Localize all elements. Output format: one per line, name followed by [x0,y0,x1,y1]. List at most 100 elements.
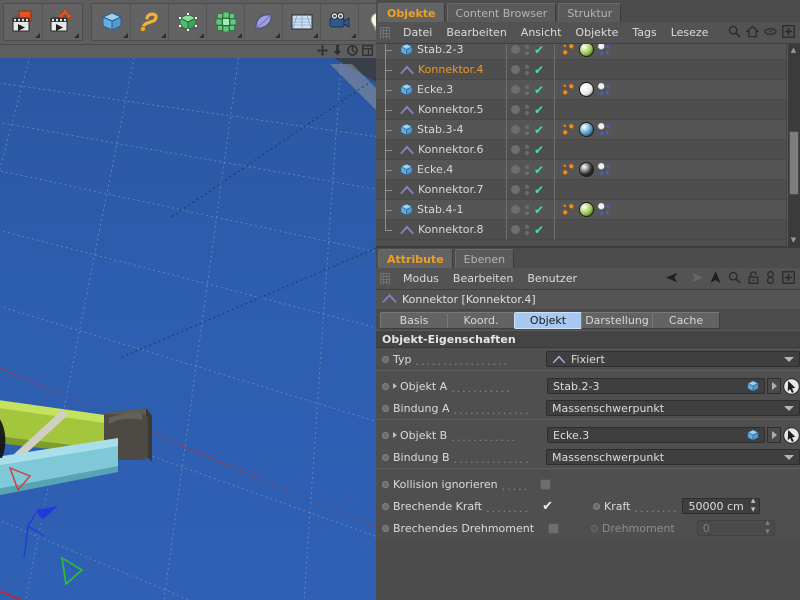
editor-visibility-dot[interactable] [525,44,529,49]
enable-dot[interactable] [511,65,520,74]
object-row-visibility-cell[interactable]: ✔ [506,219,554,240]
menu-datei[interactable]: Datei [396,22,439,44]
deformer-icon[interactable] [245,4,283,40]
tab-struktur[interactable]: Struktur [558,3,622,22]
table-row[interactable]: Ecke.4 ✔ [376,158,786,180]
enabled-checkmark-icon[interactable]: ✔ [534,184,544,196]
object-row-tags-cell[interactable] [554,179,561,200]
subtab-cache[interactable]: Cache [652,311,720,329]
plus-box-icon[interactable] [782,270,795,287]
table-row[interactable]: Konnektor.5 ✔ [376,98,786,120]
object-row-visibility-cell[interactable]: ✔ [506,179,554,200]
render-visibility-dot[interactable] [525,150,529,155]
render-visibility-dot[interactable] [525,170,529,175]
tab-content-browser[interactable]: Content Browser [446,3,557,22]
object-row-name-cell[interactable]: Ecke.4 [376,158,506,180]
visibility-dots[interactable] [525,184,529,195]
render-view-icon[interactable] [5,4,43,40]
expand-triangle-icon[interactable] [393,383,397,389]
rotate-icon[interactable] [347,44,358,59]
editor-visibility-dot[interactable] [525,84,529,89]
editor-visibility-dot[interactable] [525,144,529,149]
object-row-tags-cell[interactable] [554,99,561,120]
object-row-tags-cell[interactable] [554,59,561,80]
nurbs-icon[interactable] [169,4,207,40]
editor-visibility-dot[interactable] [525,164,529,169]
lock-icon[interactable] [748,270,759,287]
table-row[interactable]: Stab.4-1 ✔ [376,198,786,220]
spline-icon[interactable] [131,4,169,40]
subtab-basis[interactable]: Basis [380,311,448,329]
up-arrow-icon[interactable] [710,270,721,287]
animate-dot[interactable] [382,431,389,439]
plus-box-icon[interactable] [782,24,795,41]
object-row-name-cell[interactable]: Ecke.3 [376,78,506,100]
bindung-a-dropdown[interactable]: Massenschwerpunkt [546,400,800,416]
object-row-visibility-cell[interactable]: ✔ [506,159,554,180]
render-visibility-dot[interactable] [525,110,529,115]
object-row-name-cell[interactable]: Stab.2-3 [376,44,506,60]
animate-dot[interactable] [382,453,389,461]
kraft-input[interactable]: 50000 cm ▴ ▾ [682,497,761,515]
table-row[interactable]: Konnektor.6 ✔ [376,138,786,160]
search-icon[interactable] [728,271,741,287]
render-visibility-dot[interactable] [525,130,529,135]
objekt-a-expand-button[interactable] [767,378,781,394]
animate-dot[interactable] [382,502,389,510]
objekt-a-picker-icon[interactable] [783,377,800,395]
texture-tag-icon[interactable] [597,122,612,137]
objekt-b-picker-icon[interactable] [783,426,800,444]
enable-dot[interactable] [511,205,520,214]
3d-viewport[interactable] [0,58,376,600]
object-row-visibility-cell[interactable]: ✔ [506,59,554,80]
enable-dot[interactable] [511,125,520,134]
array-icon[interactable] [207,4,245,40]
enabled-checkmark-icon[interactable]: ✔ [534,144,544,156]
objekt-a-link-field[interactable]: Stab.2-3 [547,378,765,394]
expand-triangle-icon[interactable] [393,432,397,438]
move-icon[interactable] [317,44,328,59]
table-row[interactable]: Konnektor.8 ✔ [376,218,786,240]
maximize-icon[interactable] [362,44,373,59]
texture-tag-icon[interactable] [597,202,612,217]
object-row-tags-cell[interactable] [554,159,612,180]
enable-dot[interactable] [511,145,520,154]
animate-dot[interactable] [382,480,389,488]
object-row-name-cell[interactable]: Konnektor.6 [376,138,506,160]
typ-dropdown[interactable]: Fixiert [546,351,800,367]
object-row-name-cell[interactable]: Konnektor.7 [376,178,506,200]
enabled-checkmark-icon[interactable]: ✔ [534,124,544,136]
home-icon[interactable] [745,25,760,41]
back-arrow-icon[interactable] [666,272,681,286]
object-row-tags-cell[interactable] [554,119,612,140]
scroll-up-arrow[interactable]: ▲ [787,44,800,56]
table-row[interactable]: Konnektor.4 ✔ [376,58,786,80]
objekt-b-link-field[interactable]: Ecke.3 [547,427,765,443]
texture-tag-icon[interactable] [597,162,612,177]
editor-visibility-dot[interactable] [525,204,529,209]
visibility-dots[interactable] [525,124,529,135]
animate-dot[interactable] [592,502,600,510]
scene-floor-icon[interactable] [283,4,321,40]
visibility-dots[interactable] [525,44,529,55]
texture-tag-icon[interactable] [597,44,612,57]
material-tag-icon[interactable] [579,202,594,217]
menu-benutzer[interactable]: Benutzer [520,268,584,290]
object-row-visibility-cell[interactable]: ✔ [506,99,554,120]
bindung-b-dropdown[interactable]: Massenschwerpunkt [546,449,800,465]
render-visibility-dot[interactable] [525,90,529,95]
link-icon[interactable] [766,270,775,287]
object-row-name-cell[interactable]: Stab.3-4 [376,118,506,140]
tab-objekte[interactable]: Objekte [378,3,445,22]
brechendes-drehmoment-checkbox[interactable] [548,522,560,534]
material-tag-icon[interactable] [579,82,594,97]
dynamics-tag-icon[interactable] [561,202,576,217]
visibility-dots[interactable] [525,64,529,75]
stepper-icon[interactable]: ▴ ▾ [751,497,756,515]
enabled-checkmark-icon[interactable]: ✔ [534,64,544,76]
editor-visibility-dot[interactable] [525,64,529,69]
dynamics-tag-icon[interactable] [561,162,576,177]
visibility-dots[interactable] [525,104,529,115]
render-settings-icon[interactable] [43,4,81,40]
editor-visibility-dot[interactable] [525,124,529,129]
